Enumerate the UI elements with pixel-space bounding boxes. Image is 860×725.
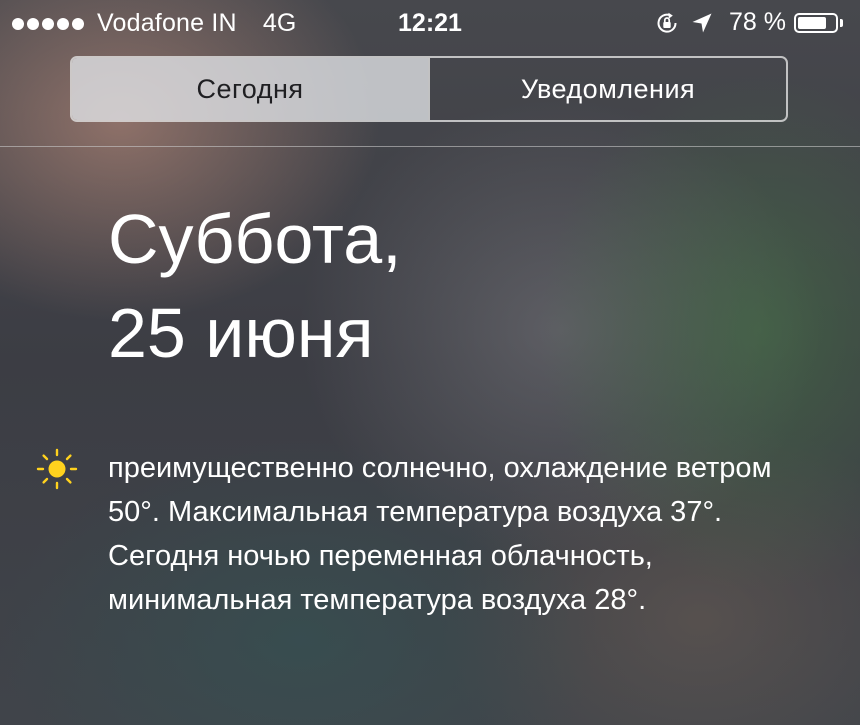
status-right: 78 %	[655, 8, 846, 37]
date-weekday: Суббота,	[108, 200, 402, 278]
divider	[0, 146, 860, 147]
battery-percent: 78 %	[729, 8, 786, 36]
location-arrow-icon	[691, 12, 713, 34]
battery-fill	[798, 16, 827, 29]
tab-today[interactable]: Сегодня	[72, 58, 428, 120]
status-bar: Vodafone IN 4G 12:21 78 %	[0, 0, 860, 46]
tab-notifications[interactable]: Уведомления	[428, 58, 786, 120]
sun-icon	[36, 448, 78, 490]
date-header: Суббота, 25 июня	[108, 192, 402, 380]
date-day: 25 июня	[108, 294, 374, 372]
rotation-lock-icon	[655, 11, 679, 35]
weather-text: преимущественно солнечно, охлаждение вет…	[108, 452, 772, 616]
battery-icon	[794, 11, 846, 34]
segmented-control: Сегодня Уведомления	[70, 56, 788, 122]
